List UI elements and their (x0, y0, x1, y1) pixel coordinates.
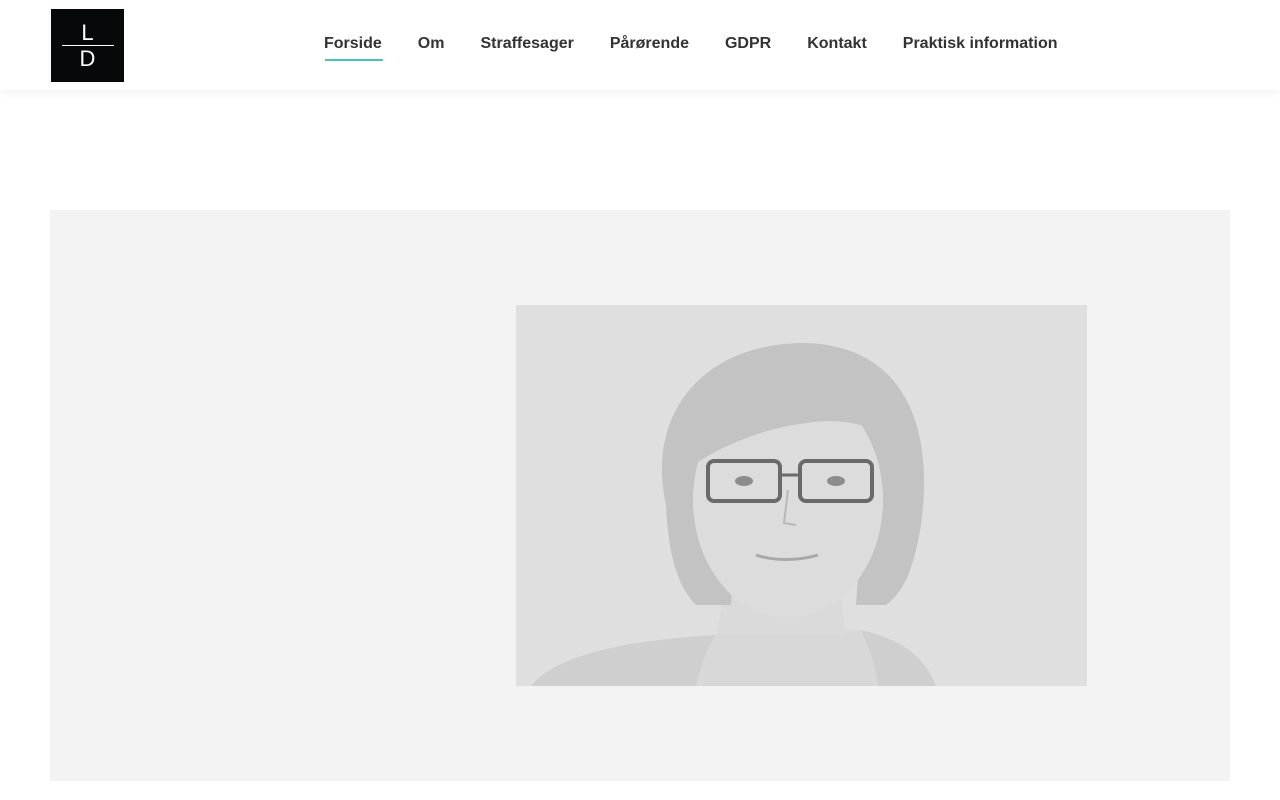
hero-section (50, 210, 1230, 781)
nav-item-praktisk-information[interactable]: Praktisk information (903, 33, 1058, 63)
nav-item-forside[interactable]: Forside (324, 33, 383, 63)
nav-item-paaroerende[interactable]: Pårørende (610, 33, 689, 63)
portrait-illustration (516, 305, 1087, 686)
site-logo[interactable]: L D (51, 9, 124, 82)
nav-item-gdpr[interactable]: GDPR (725, 33, 771, 63)
logo-letter-bottom: D (79, 46, 96, 71)
site-header: L D Forside Om Straffesager Pårørende GD… (0, 0, 1280, 90)
nav-item-om[interactable]: Om (418, 33, 445, 63)
portrait-photo (516, 305, 1087, 686)
main-nav: Forside Om Straffesager Pårørende GDPR K… (324, 33, 1057, 63)
logo-letter-top: L (81, 20, 94, 45)
nav-item-kontakt[interactable]: Kontakt (807, 33, 867, 63)
nav-item-straffesager[interactable]: Straffesager (480, 33, 573, 63)
